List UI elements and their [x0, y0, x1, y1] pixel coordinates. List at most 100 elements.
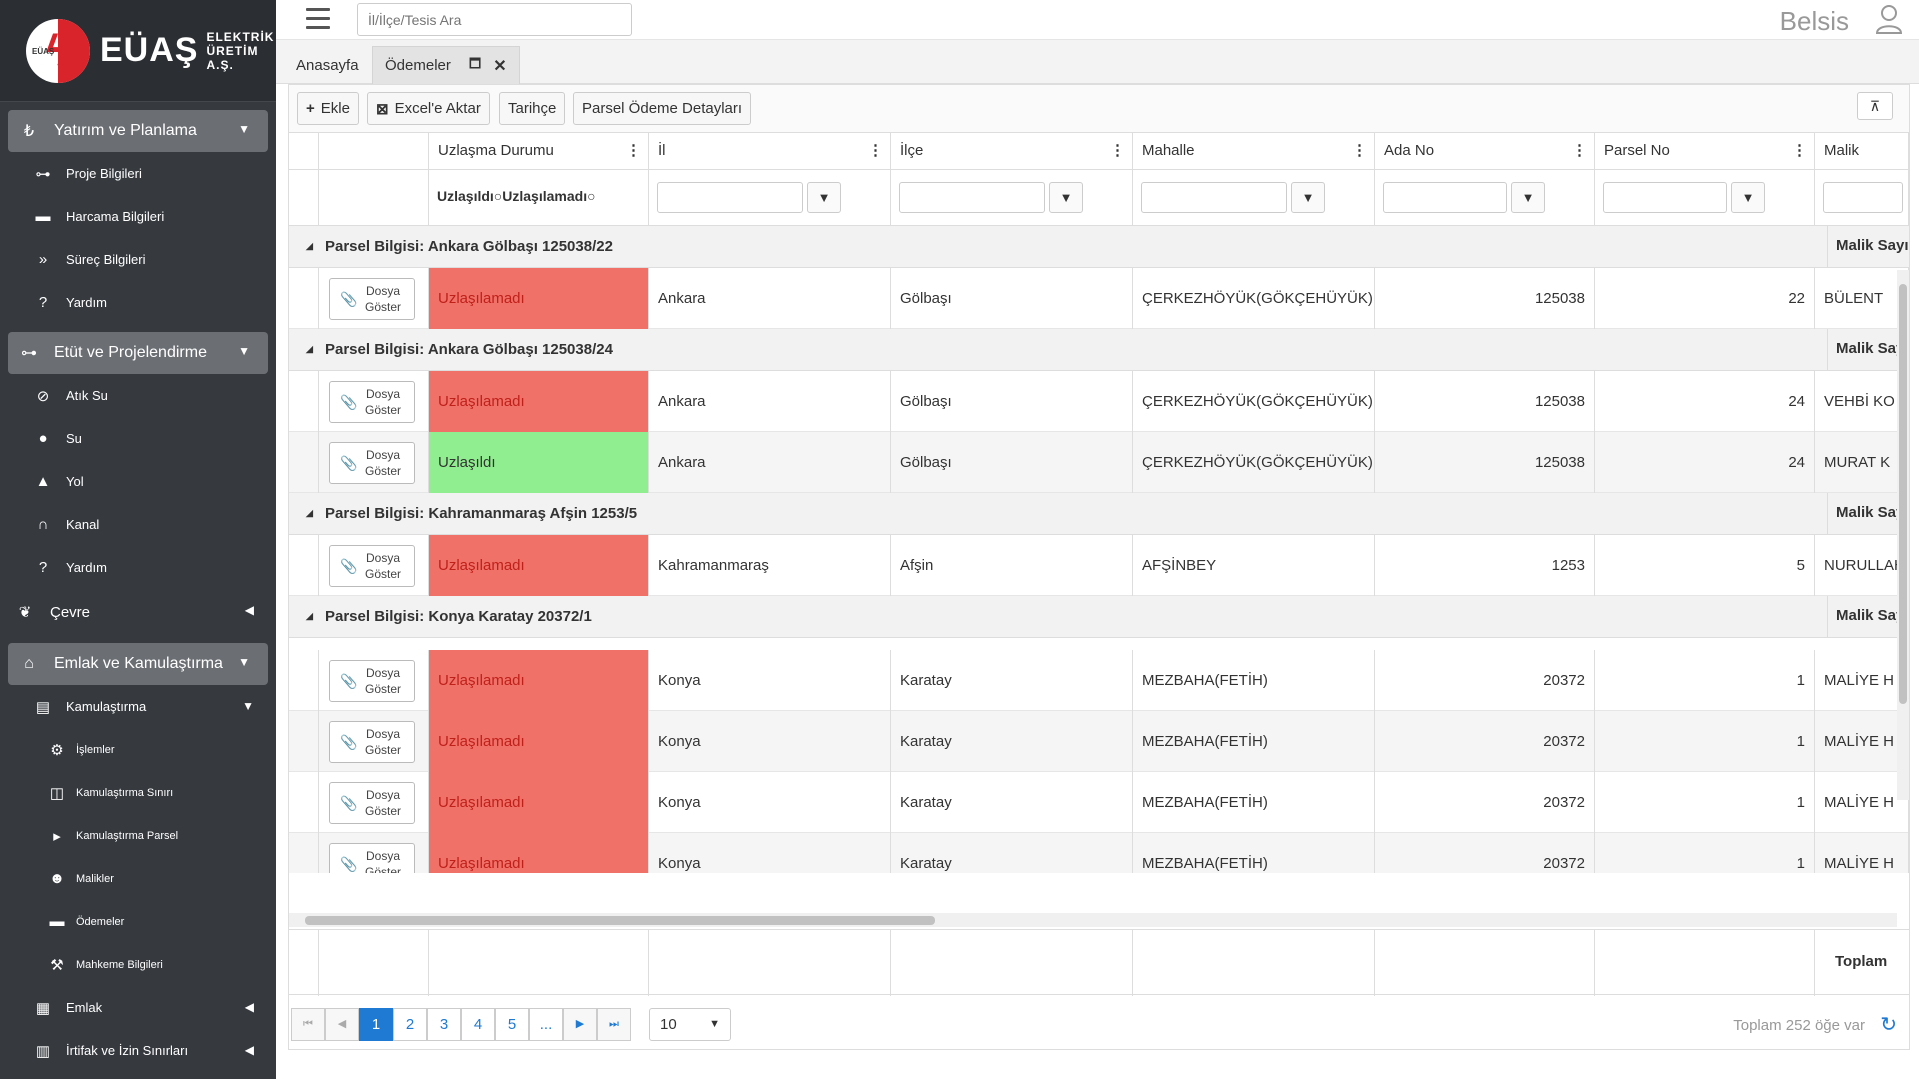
radio-uzlasilamadi[interactable]: ○: [587, 188, 595, 204]
group-header-row[interactable]: ◢ Parsel Bilgisi: Ankara Gölbaşı 125038/2…: [289, 329, 1909, 371]
dosya-goster-button[interactable]: 📎 Dosya Göster: [329, 545, 415, 587]
page-button[interactable]: 1: [359, 1008, 393, 1041]
prev-page-icon[interactable]: ◀: [325, 1008, 359, 1041]
header-il[interactable]: İl ⋮: [649, 133, 891, 170]
dosya-goster-button[interactable]: 📎 Dosya Göster: [329, 278, 415, 320]
column-menu-icon[interactable]: ⋮: [868, 133, 883, 169]
history-button[interactable]: Tarihçe: [499, 92, 566, 125]
page-size-select[interactable]: 10 ▼: [649, 1008, 731, 1041]
user-name[interactable]: Belsis: [1780, 6, 1849, 37]
table-row[interactable]: 📎 Dosya Göster Uzlaşılamadı Konya Karatay MEZB…: [289, 833, 1909, 873]
collapse-triangle-icon[interactable]: ◢: [306, 344, 313, 355]
sidebar-item-irtifak[interactable]: ▥ İrtifak ve İzin Sınırları ◀: [0, 1029, 276, 1072]
sidebar-section-etut[interactable]: ⊶ Etüt ve Projelendirme ▼: [8, 332, 268, 374]
sidebar-item-atik-su[interactable]: ⊘ Atık Su: [0, 374, 276, 417]
table-row[interactable]: 📎 Dosya Göster Uzlaşılamadı Konya Karatay MEZB…: [289, 711, 1909, 772]
sidebar-item-islemler[interactable]: ⚙ İşlemler: [0, 728, 276, 771]
window-icon[interactable]: 🗖: [469, 55, 481, 77]
filter-input[interactable]: [1603, 182, 1727, 213]
clear-filter-icon[interactable]: ⊼: [1857, 92, 1893, 120]
tab-odemeler[interactable]: Ödemeler 🗖 ✕: [372, 46, 520, 84]
collapse-triangle-icon[interactable]: ◢: [306, 508, 313, 519]
filter-icon[interactable]: ▼: [1049, 182, 1083, 213]
dosya-goster-button[interactable]: 📎 Dosya Göster: [329, 782, 415, 824]
header-parsel[interactable]: Parsel No ⋮: [1595, 133, 1815, 170]
dosya-goster-button[interactable]: 📎 Dosya Göster: [329, 843, 415, 873]
dosya-goster-button[interactable]: 📎 Dosya Göster: [329, 442, 415, 484]
page-button[interactable]: 2: [393, 1008, 427, 1041]
table-row[interactable]: 📎 Dosya Göster Uzlaşılamadı Ankara Gölbaşı ÇER…: [289, 268, 1909, 329]
sidebar-section-emlak-kamulastirma[interactable]: ⌂ Emlak ve Kamulaştırma ▼: [8, 643, 268, 685]
header-ilce[interactable]: İlçe ⋮: [891, 133, 1133, 170]
table-row[interactable]: 📎 Dosya Göster Uzlaşılamadı Konya Karatay MEZB…: [289, 772, 1909, 833]
search-input[interactable]: [357, 3, 632, 36]
collapse-triangle-icon[interactable]: ◢: [306, 241, 313, 252]
table-row[interactable]: 📎 Dosya Göster Uzlaşılamadı Ankara Gölbaşı ÇER…: [289, 371, 1909, 432]
sidebar-item-kamulastirma-parsel[interactable]: ▸ Kamulaştırma Parsel: [0, 814, 276, 857]
sidebar-section-yatirim[interactable]: ₺ Yatırım ve Planlama ▼: [8, 110, 268, 152]
first-page-icon[interactable]: ⏮: [291, 1008, 325, 1041]
sidebar-item-yol[interactable]: ▲ Yol: [0, 460, 276, 503]
table-row[interactable]: 📎 Dosya Göster Uzlaşılamadı Kahramanmaraş Afş…: [289, 535, 1909, 596]
add-button[interactable]: + Ekle: [297, 92, 359, 125]
header-uzlasma[interactable]: Uzlaşma Durumu ⋮: [429, 133, 649, 170]
sidebar-item-odemeler[interactable]: ▬ Ödemeler: [0, 900, 276, 943]
user-icon[interactable]: [1875, 4, 1903, 34]
sidebar-item-proje-bilgileri[interactable]: ⊶ Proje Bilgileri: [0, 152, 276, 195]
next-page-icon[interactable]: ▶: [563, 1008, 597, 1041]
column-menu-icon[interactable]: ⋮: [1352, 133, 1367, 169]
sidebar-item-su[interactable]: ● Su: [0, 417, 276, 460]
last-page-icon[interactable]: ⏭: [597, 1008, 631, 1041]
group-header-row[interactable]: ◢ Parsel Bilgisi: Kahramanmaraş Afşin 125…: [289, 493, 1909, 535]
sidebar-item-yardim-2[interactable]: ? Yardım: [0, 546, 276, 589]
filter-input[interactable]: [1141, 182, 1287, 213]
filter-icon[interactable]: ▼: [807, 182, 841, 213]
header-malik[interactable]: Malik: [1815, 133, 1909, 170]
sidebar-item-mahkeme[interactable]: ⚒ Mahkeme Bilgileri: [0, 943, 276, 986]
sidebar-item-emlak[interactable]: ▦ Emlak ◀: [0, 986, 276, 1029]
filter-input[interactable]: [899, 182, 1045, 213]
excel-export-button[interactable]: ⊠ Excel'e Aktar: [367, 92, 490, 125]
sidebar-item-yardim-1[interactable]: ? Yardım: [0, 281, 276, 324]
brand-logo[interactable]: ϟ EÜAŞ EÜAŞ ELEKTRİK ÜRETİM A.Ş.: [0, 0, 276, 102]
sidebar-item-harcama[interactable]: ▬ Harcama Bilgileri: [0, 195, 276, 238]
filter-icon[interactable]: ▼: [1511, 182, 1545, 213]
sidebar-item-malikler[interactable]: ☻ Malikler: [0, 857, 276, 900]
parcel-payment-details-button[interactable]: Parsel Ödeme Detayları: [573, 92, 752, 125]
vertical-scrollbar[interactable]: [1897, 270, 1909, 800]
dosya-goster-button[interactable]: 📎 Dosya Göster: [329, 381, 415, 423]
tab-anasayfa[interactable]: Anasayfa: [284, 46, 371, 84]
column-menu-icon[interactable]: ⋮: [626, 133, 641, 169]
refresh-icon[interactable]: ↻: [1880, 1012, 1897, 1037]
filter-input[interactable]: [1823, 182, 1903, 213]
menu-toggle-icon[interactable]: [306, 8, 330, 30]
close-icon[interactable]: ✕: [493, 56, 506, 76]
filter-icon[interactable]: ▼: [1731, 182, 1765, 213]
dosya-goster-button[interactable]: 📎 Dosya Göster: [329, 721, 415, 763]
filter-input[interactable]: [1383, 182, 1507, 213]
radio-uzlasildi[interactable]: ○: [494, 188, 502, 204]
page-button[interactable]: 4: [461, 1008, 495, 1041]
group-header-row[interactable]: ◢ Parsel Bilgisi: Ankara Gölbaşı 125038/2…: [289, 226, 1909, 268]
page-button-more[interactable]: ...: [529, 1008, 563, 1041]
filter-icon[interactable]: ▼: [1291, 182, 1325, 213]
horizontal-scrollbar[interactable]: [289, 913, 1897, 927]
sidebar-item-cevre[interactable]: ❦ Çevre ◀: [0, 589, 276, 635]
page-button[interactable]: 3: [427, 1008, 461, 1041]
header-mahalle[interactable]: Mahalle ⋮: [1133, 133, 1375, 170]
page-button[interactable]: 5: [495, 1008, 529, 1041]
column-menu-icon[interactable]: ⋮: [1792, 133, 1807, 169]
header-ada[interactable]: Ada No ⋮: [1375, 133, 1595, 170]
group-header-row[interactable]: ◢ Parsel Bilgisi: Konya Karatay 20372/1 Ma…: [289, 596, 1909, 638]
sidebar-item-kamulastirma[interactable]: ▤ Kamulaştırma ▼: [0, 685, 276, 728]
dosya-goster-button[interactable]: 📎 Dosya Göster: [329, 660, 415, 702]
sidebar-item-kanal[interactable]: ∩ Kanal: [0, 503, 276, 546]
filter-input[interactable]: [657, 182, 803, 213]
sidebar-item-surec[interactable]: » Süreç Bilgileri: [0, 238, 276, 281]
table-row[interactable]: 📎 Dosya Göster Uzlaşıldı Ankara Gölbaşı ÇERKEZ…: [289, 432, 1909, 493]
sidebar-item-kamulastirma-siniri[interactable]: ◫ Kamulaştırma Sınırı: [0, 771, 276, 814]
column-menu-icon[interactable]: ⋮: [1572, 133, 1587, 169]
table-row[interactable]: 📎 Dosya Göster Uzlaşılamadı Konya Karatay MEZB…: [289, 650, 1909, 711]
column-menu-icon[interactable]: ⋮: [1110, 133, 1125, 169]
collapse-triangle-icon[interactable]: ◢: [306, 611, 313, 622]
